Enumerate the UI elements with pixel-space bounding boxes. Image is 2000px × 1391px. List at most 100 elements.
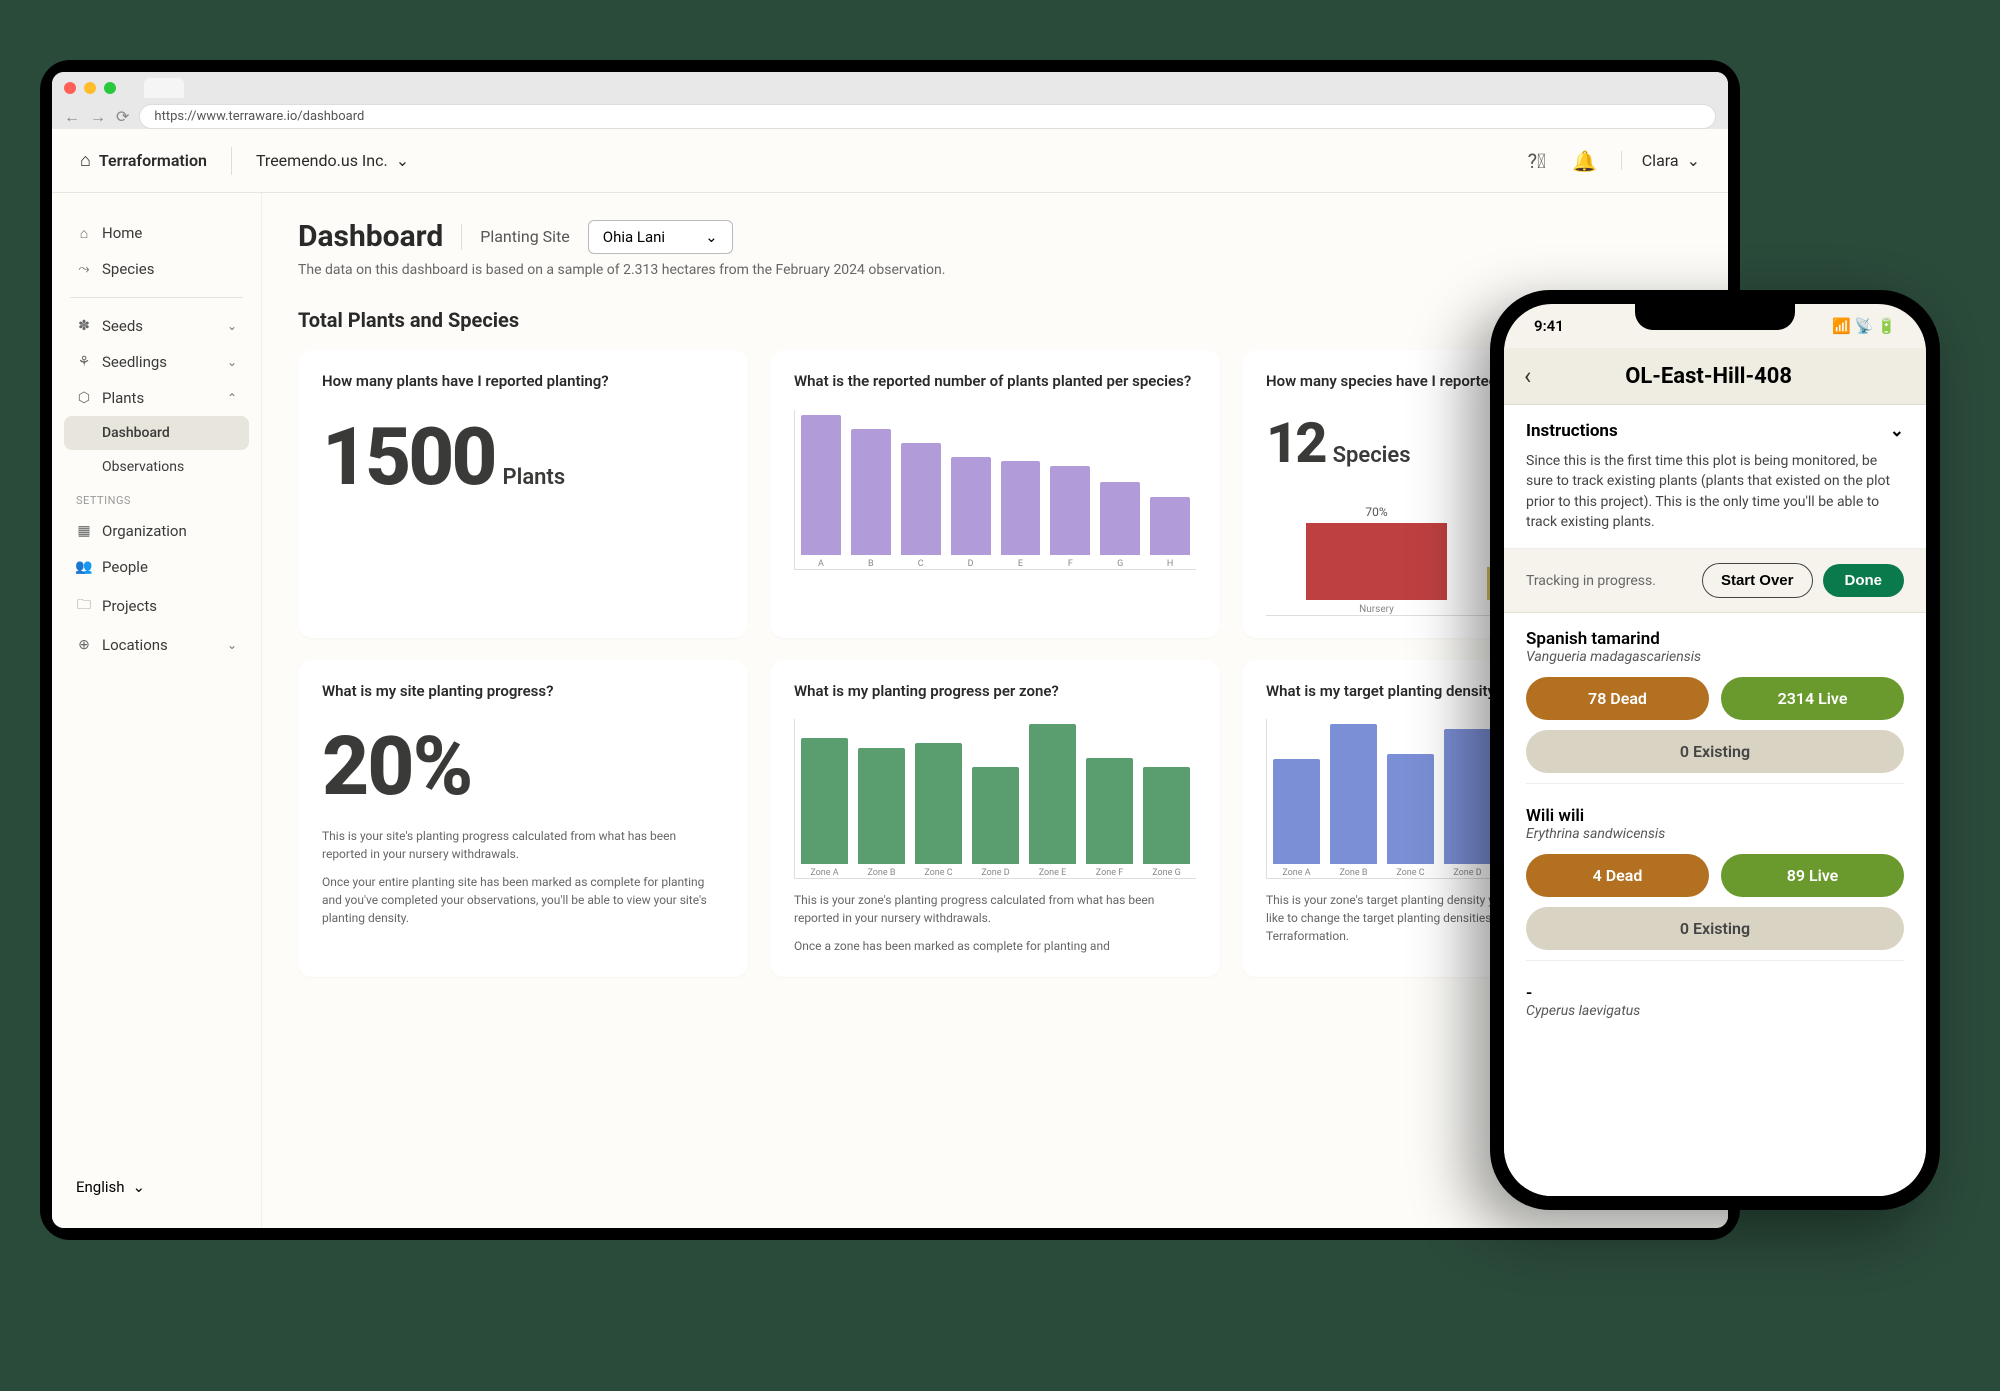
sidebar-item-species[interactable]: ⤳Species — [64, 251, 249, 287]
window-minimize-icon[interactable] — [84, 82, 96, 94]
instructions-toggle[interactable]: Instructions ⌄ — [1526, 421, 1904, 441]
chevron-down-icon: ⌄ — [705, 228, 718, 246]
chevron-down-icon: ⌄ — [227, 319, 237, 333]
sidebar-item-locations[interactable]: ⊕Locations⌄ — [64, 627, 249, 663]
laptop-frame: ← → ⟳ https://www.terraware.io/dashboard… — [40, 60, 1740, 1240]
card-text: Once a zone has been marked as complete … — [794, 937, 1196, 955]
dead-pill[interactable]: 4 Dead — [1526, 854, 1709, 897]
location-icon: ⊕ — [76, 637, 92, 653]
sidebar-item-dashboard[interactable]: Dashboard — [64, 416, 249, 450]
status-time: 9:41 — [1534, 317, 1564, 335]
sidebar-item-home[interactable]: ⌂Home — [64, 215, 249, 251]
card-text: This is your site's planting progress ca… — [322, 827, 724, 863]
bell-icon[interactable]: 🔔 — [1573, 149, 1597, 173]
chevron-down-icon: ⌄ — [1687, 151, 1700, 170]
species-block: Wili wiliErythrina sandwicensis 4 Dead 89 … — [1504, 790, 1926, 967]
instructions-section: Instructions ⌄ Since this is the first t… — [1504, 405, 1926, 549]
plants-icon: ⬡ — [76, 390, 92, 406]
card-question: What is the reported number of plants pl… — [794, 372, 1196, 392]
app-header: ⌂ Terraformation Treemendo.us Inc. ⌄ ?⃝ … — [52, 129, 1728, 193]
help-icon[interactable]: ?⃝ — [1525, 149, 1549, 173]
instructions-text: Since this is the first time this plot i… — [1526, 451, 1904, 532]
settings-header: SETTINGS — [64, 484, 249, 513]
brand-text: Terraformation — [99, 151, 207, 170]
back-icon[interactable]: ‹ — [1524, 362, 1531, 390]
live-pill[interactable]: 2314 Live — [1721, 677, 1904, 720]
nav-back-icon[interactable]: ← — [64, 107, 80, 127]
sidebar-item-projects[interactable]: 🗀Projects — [64, 585, 249, 627]
folder-icon: 🗀 — [76, 594, 92, 618]
stat-value: 12 — [1266, 410, 1325, 476]
nav-reload-icon[interactable]: ⟳ — [116, 107, 129, 126]
species-scientific-name: Cyperus laevigatus — [1526, 1003, 1904, 1019]
language-selector[interactable]: English⌄ — [64, 1168, 249, 1206]
phone-frame: 9:41 📶 📡 🔋 ‹ OL-East-Hill-408 Instructio… — [1490, 290, 1940, 1210]
sidebar-item-seeds[interactable]: ✽Seeds⌄ — [64, 308, 249, 344]
card-site-progress: What is my site planting progress? 20% T… — [298, 660, 748, 978]
sidebar-item-plants[interactable]: ⬡Plants⌃ — [64, 380, 249, 416]
species-common-name: - — [1526, 983, 1904, 1003]
card-plants-reported: How many plants have I reported planting… — [298, 350, 748, 638]
card-zone-progress: What is my planting progress per zone? Z… — [770, 660, 1220, 978]
user-name: Clara — [1642, 151, 1679, 170]
brand-logo[interactable]: ⌂ Terraformation — [80, 150, 207, 171]
user-menu[interactable]: Clara ⌄ — [1621, 151, 1700, 170]
phone-title: OL-East-Hill-408 — [1531, 364, 1906, 389]
existing-pill[interactable]: 0 Existing — [1526, 730, 1904, 773]
card-per-species: What is the reported number of plants pl… — [770, 350, 1220, 638]
sidebar-item-organization[interactable]: ▦Organization — [64, 513, 249, 549]
seedlings-icon: ⚘ — [76, 354, 92, 370]
stat-value: 1500 — [322, 410, 495, 504]
card-question: How many plants have I reported planting… — [322, 372, 724, 392]
live-pill[interactable]: 89 Live — [1721, 854, 1904, 897]
window-close-icon[interactable] — [64, 82, 76, 94]
chevron-up-icon: ⌃ — [227, 391, 237, 405]
signal-icon: 📶 — [1832, 317, 1851, 335]
chevron-down-icon: ⌄ — [396, 151, 409, 170]
wifi-icon: 📡 — [1855, 317, 1874, 335]
species-block: -Cyperus laevigatus — [1504, 967, 1926, 1037]
dead-pill[interactable]: 78 Dead — [1526, 677, 1709, 720]
existing-pill[interactable]: 0 Existing — [1526, 907, 1904, 950]
section-title: Total Plants and Species — [298, 308, 1692, 332]
site-label: Planting Site — [480, 227, 570, 246]
window-maximize-icon[interactable] — [104, 82, 116, 94]
bar-chart-species: ABCDEFGH — [794, 410, 1196, 570]
card-question: What is my planting progress per zone? — [794, 682, 1196, 702]
done-button[interactable]: Done — [1823, 564, 1905, 597]
site-selector[interactable]: Ohia Lani ⌄ — [588, 220, 733, 254]
card-text: This is your zone's planting progress ca… — [794, 891, 1196, 927]
nav-forward-icon[interactable]: → — [90, 107, 106, 127]
chevron-down-icon: ⌄ — [227, 355, 237, 369]
card-question: What is my site planting progress? — [322, 682, 724, 702]
start-over-button[interactable]: Start Over — [1702, 563, 1813, 598]
laptop-screen: ← → ⟳ https://www.terraware.io/dashboard… — [52, 72, 1728, 1228]
seeds-icon: ✽ — [76, 318, 92, 334]
species-scientific-name: Vangueria madagascariensis — [1526, 649, 1904, 665]
tracking-label: Tracking in progress. — [1526, 573, 1656, 589]
org-name: Treemendo.us Inc. — [256, 151, 388, 170]
chevron-down-icon: ⌄ — [133, 1178, 146, 1196]
sidebar-item-seedlings[interactable]: ⚘Seedlings⌄ — [64, 344, 249, 380]
stat-unit: Species — [1333, 443, 1411, 468]
phone-header: ‹ OL-East-Hill-408 — [1504, 348, 1926, 405]
sidebar-item-people[interactable]: 👥People — [64, 549, 249, 585]
org-icon: ▦ — [76, 523, 92, 539]
home-icon: ⌂ — [76, 225, 92, 242]
phone-screen: 9:41 📶 📡 🔋 ‹ OL-East-Hill-408 Instructio… — [1504, 304, 1926, 1196]
site-value: Ohia Lani — [603, 228, 665, 246]
species-common-name: Spanish tamarind — [1526, 629, 1904, 649]
sidebar: ⌂Home ⤳Species ✽Seeds⌄ ⚘Seedlings⌄ ⬡Plan… — [52, 193, 262, 1228]
tracking-progress-row: Tracking in progress. Start Over Done — [1504, 549, 1926, 613]
sidebar-item-observations[interactable]: Observations — [64, 450, 249, 484]
browser-tab[interactable] — [144, 78, 184, 98]
species-block: Spanish tamarindVangueria madagascariens… — [1504, 613, 1926, 790]
url-bar[interactable]: https://www.terraware.io/dashboard — [139, 104, 1716, 129]
chevron-down-icon: ⌄ — [1890, 421, 1904, 441]
species-scientific-name: Erythrina sandwicensis — [1526, 826, 1904, 842]
logo-icon: ⌂ — [80, 150, 91, 171]
browser-chrome: ← → ⟳ https://www.terraware.io/dashboard — [52, 72, 1728, 129]
species-common-name: Wili wili — [1526, 806, 1904, 826]
bar-chart-zones-green: Zone AZone BZone CZone DZone EZone FZone… — [794, 719, 1196, 879]
org-selector[interactable]: Treemendo.us Inc. ⌄ — [256, 151, 409, 170]
